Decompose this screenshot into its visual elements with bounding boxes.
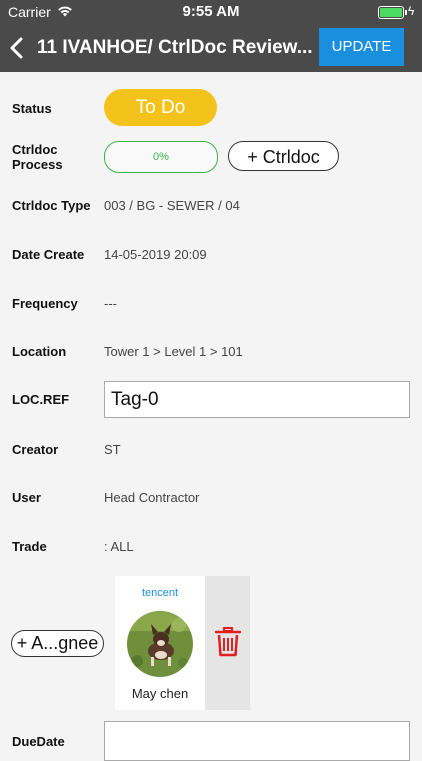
- progress-text: 0%: [153, 151, 169, 163]
- status-bar: Carrier 9:55 AM ϟ: [0, 0, 422, 24]
- chevron-left-icon[interactable]: [6, 34, 30, 62]
- due-date-label: DueDate: [12, 734, 65, 749]
- assignee-company: tencent: [141, 587, 179, 599]
- loc-ref-label: LOC.REF: [12, 392, 70, 407]
- frequency-value: ---: [104, 296, 117, 311]
- clock: 9:55 AM: [182, 3, 240, 20]
- date-create-value: 14-05-2019 20:09: [104, 247, 207, 262]
- trade-value: : ALL: [104, 539, 134, 554]
- creator-label: Creator: [12, 442, 59, 457]
- add-ctrldoc-button[interactable]: + Ctrldoc: [228, 141, 339, 171]
- creator-value: ST: [104, 442, 121, 457]
- update-button[interactable]: UPDATE: [319, 28, 404, 66]
- status-label: Status: [12, 101, 52, 116]
- ctrldoc-type-label: Ctrldoc Type: [12, 198, 91, 213]
- delete-assignee-button[interactable]: [205, 576, 250, 710]
- process-progress-bar: 0%: [104, 141, 218, 173]
- user-label: User: [12, 490, 41, 505]
- location-label: Location: [12, 344, 67, 359]
- assignee-name: May chen: [131, 686, 189, 701]
- add-assignee-button[interactable]: + A...gnee: [11, 630, 104, 657]
- loc-ref-input[interactable]: [104, 381, 410, 418]
- battery-icon: [378, 6, 407, 19]
- trash-icon[interactable]: [215, 627, 241, 657]
- ctrldoc-type-value: 003 / BG - SEWER / 04: [104, 198, 240, 213]
- due-date-field[interactable]: [104, 721, 410, 761]
- page-title: 11 IVANHOE/ CtrlDoc Review...: [37, 37, 313, 58]
- process-label-line2: Process: [12, 157, 63, 172]
- location-value: Tower 1 > Level 1 > 101: [104, 344, 243, 359]
- trade-label: Trade: [12, 539, 47, 554]
- status-badge[interactable]: To Do: [104, 89, 217, 126]
- assignee-card[interactable]: tencent May chen: [115, 576, 205, 710]
- navigation-bar: 11 IVANHOE/ CtrlDoc Review... UPDATE: [0, 24, 422, 72]
- frequency-label: Frequency: [12, 296, 78, 311]
- process-label: Ctrldoc Process: [12, 142, 63, 172]
- avatar: [127, 611, 193, 677]
- charging-icon: ϟ: [408, 4, 415, 18]
- date-create-label: Date Create: [12, 247, 85, 262]
- user-value: Head Contractor: [104, 490, 200, 505]
- process-label-line1: Ctrldoc: [12, 142, 58, 157]
